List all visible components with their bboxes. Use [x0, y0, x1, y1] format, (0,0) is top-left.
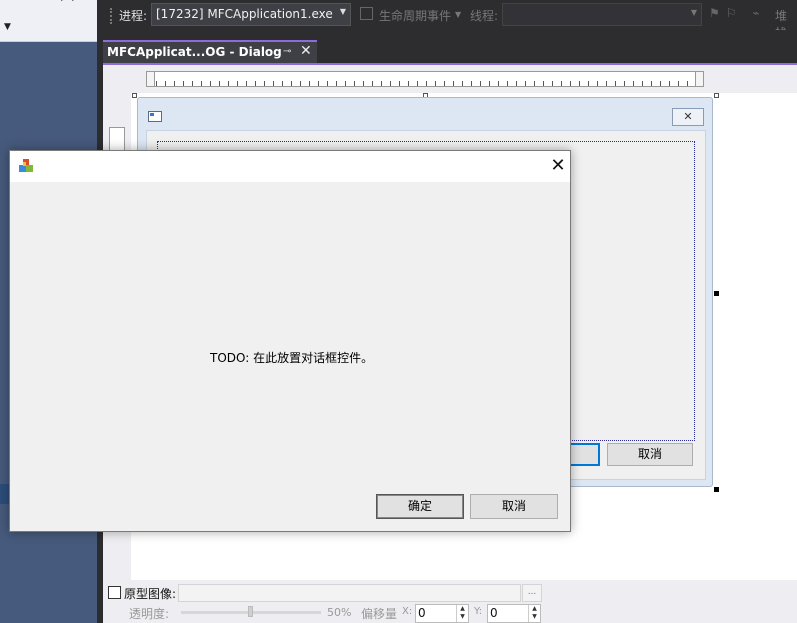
- horizontal-ruler[interactable]: [146, 71, 704, 87]
- spin-arrows-icon[interactable]: ▲ ▼: [456, 605, 468, 622]
- toolbar-grip[interactable]: [110, 8, 113, 24]
- offset-x-stepper[interactable]: 0 ▲ ▼: [415, 604, 469, 623]
- prototype-image-label: 原型图像:: [124, 587, 177, 601]
- offset-x-label: X:: [402, 606, 413, 617]
- ruler-left-cap: [147, 72, 155, 86]
- thread-label: 线程:: [470, 9, 499, 23]
- tab-dialog-designer[interactable]: MFCApplicat...OG - Dialog ⊸ ✕: [103, 40, 317, 63]
- offset-label: 偏移量: [361, 607, 398, 621]
- spin-arrows-icon[interactable]: ▲ ▼: [528, 605, 540, 622]
- opacity-label: 透明度:: [129, 607, 170, 621]
- pin-icon[interactable]: ⊸: [283, 46, 291, 57]
- tab-title: MFCApplicat...OG - Dialog: [107, 45, 282, 59]
- ruler-right-cap: [695, 72, 703, 86]
- cancel-button-design[interactable]: 取消: [607, 443, 693, 466]
- process-value: [17232] MFCApplication1.exe: [156, 7, 333, 21]
- document-tab-strip: MFCApplicat...OG - Dialog ⊸ ✕: [103, 30, 797, 63]
- opacity-value: 50%: [327, 606, 352, 619]
- debug-location-toolbar: 进程: [17232] MFCApplication1.exe ▼ 生命周期事件…: [103, 0, 797, 40]
- resize-handle: [714, 93, 719, 98]
- resize-handle[interactable]: [714, 487, 719, 492]
- flag-thread-icon[interactable]: ⚑⚐ ⌁: [709, 6, 766, 20]
- running-app-dialog[interactable]: ✕ TODO: 在此放置对话框控件。 确定 取消: [9, 150, 571, 532]
- mfc-app-icon: [19, 159, 33, 172]
- chevron-down-icon: ▼: [690, 8, 697, 17]
- chevron-down-icon[interactable]: ▼: [455, 10, 461, 19]
- ok-button[interactable]: 确定: [376, 494, 464, 519]
- dropdown-arrow-icon[interactable]: ▼: [4, 22, 11, 32]
- thread-combo[interactable]: ▼: [502, 3, 702, 26]
- offset-y-value: 0: [490, 606, 498, 620]
- close-button[interactable]: ✕: [672, 108, 704, 126]
- resize-handle: [132, 93, 137, 98]
- lifecycle-events-icon: [360, 7, 373, 20]
- prototype-image-bar: 原型图像: ... 透明度: 50% 偏移量 X: 0 ▲ ▼ Y: 0 ▲ ▼: [103, 580, 797, 623]
- dialog-window-icon: [148, 111, 162, 122]
- chevron-down-icon: ▼: [339, 7, 346, 16]
- solution-explorer-header: · · ▼: [0, 0, 97, 42]
- opacity-slider-thumb[interactable]: [248, 606, 253, 617]
- dialog-title-bar[interactable]: ✕: [10, 151, 570, 182]
- scroll-mark: · ·: [60, 0, 77, 7]
- cancel-button[interactable]: 取消: [470, 494, 558, 519]
- offset-x-value: 0: [418, 606, 426, 620]
- lifecycle-events-label[interactable]: 生命周期事件: [379, 7, 451, 24]
- close-icon[interactable]: ✕: [300, 43, 312, 59]
- prototype-image-checkbox[interactable]: [108, 586, 121, 599]
- offset-y-stepper[interactable]: 0 ▲ ▼: [487, 604, 541, 623]
- browse-button[interactable]: ...: [522, 584, 542, 602]
- resize-handle[interactable]: [714, 291, 719, 296]
- offset-y-label: Y:: [474, 606, 483, 617]
- prototype-image-path-field[interactable]: [178, 584, 521, 602]
- process-combo[interactable]: [17232] MFCApplication1.exe ▼: [151, 3, 351, 26]
- todo-static-text: TODO: 在此放置对话框控件。: [210, 351, 374, 365]
- process-label: 进程:: [119, 9, 148, 23]
- close-button[interactable]: ✕: [546, 153, 570, 179]
